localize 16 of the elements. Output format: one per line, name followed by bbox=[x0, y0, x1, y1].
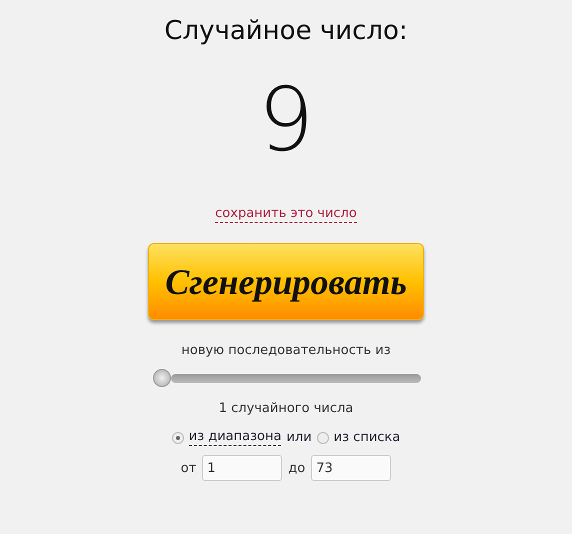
slider-thumb[interactable] bbox=[153, 369, 171, 387]
page-title: Случайное число: bbox=[164, 15, 408, 48]
to-label: до bbox=[288, 460, 306, 476]
random-number: 9 bbox=[258, 70, 314, 170]
sequence-label: новую последовательность из bbox=[181, 343, 391, 359]
save-number-link[interactable]: сохранить это число bbox=[215, 206, 357, 223]
option-label[interactable]: из диапазона bbox=[188, 429, 282, 446]
option-label[interactable]: из списка bbox=[334, 430, 400, 446]
to-input[interactable]: 73 bbox=[311, 455, 392, 481]
from-label: от bbox=[180, 460, 196, 476]
count-label: 1 случайного числа bbox=[218, 401, 354, 417]
radio-button[interactable] bbox=[172, 432, 184, 444]
generate-button[interactable]: Сгенерировать bbox=[148, 243, 424, 320]
from-input[interactable]: 1 bbox=[202, 455, 282, 481]
radio-button[interactable] bbox=[316, 432, 329, 444]
separator-text: или bbox=[286, 430, 312, 445]
